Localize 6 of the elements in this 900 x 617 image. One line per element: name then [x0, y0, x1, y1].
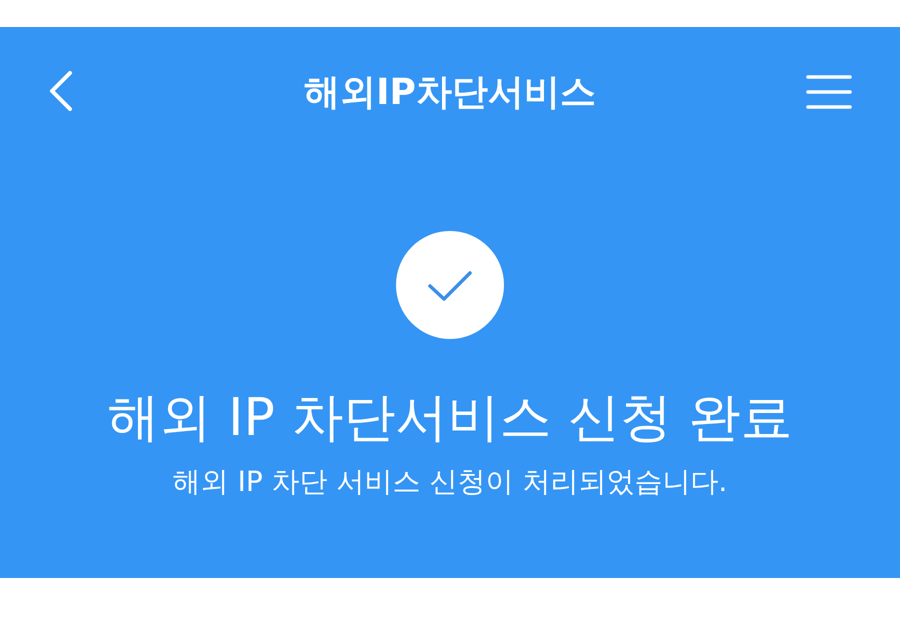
completion-heading: 해외 IP 차단서비스 신청 완료	[108, 387, 792, 450]
back-icon[interactable]	[48, 70, 74, 110]
completion-message: 해외 IP 차단 서비스 신청이 처리되었습니다.	[172, 464, 728, 500]
check-icon	[396, 231, 504, 339]
menu-icon[interactable]	[806, 75, 852, 109]
page-title: 해외IP차단서비스	[304, 70, 596, 114]
